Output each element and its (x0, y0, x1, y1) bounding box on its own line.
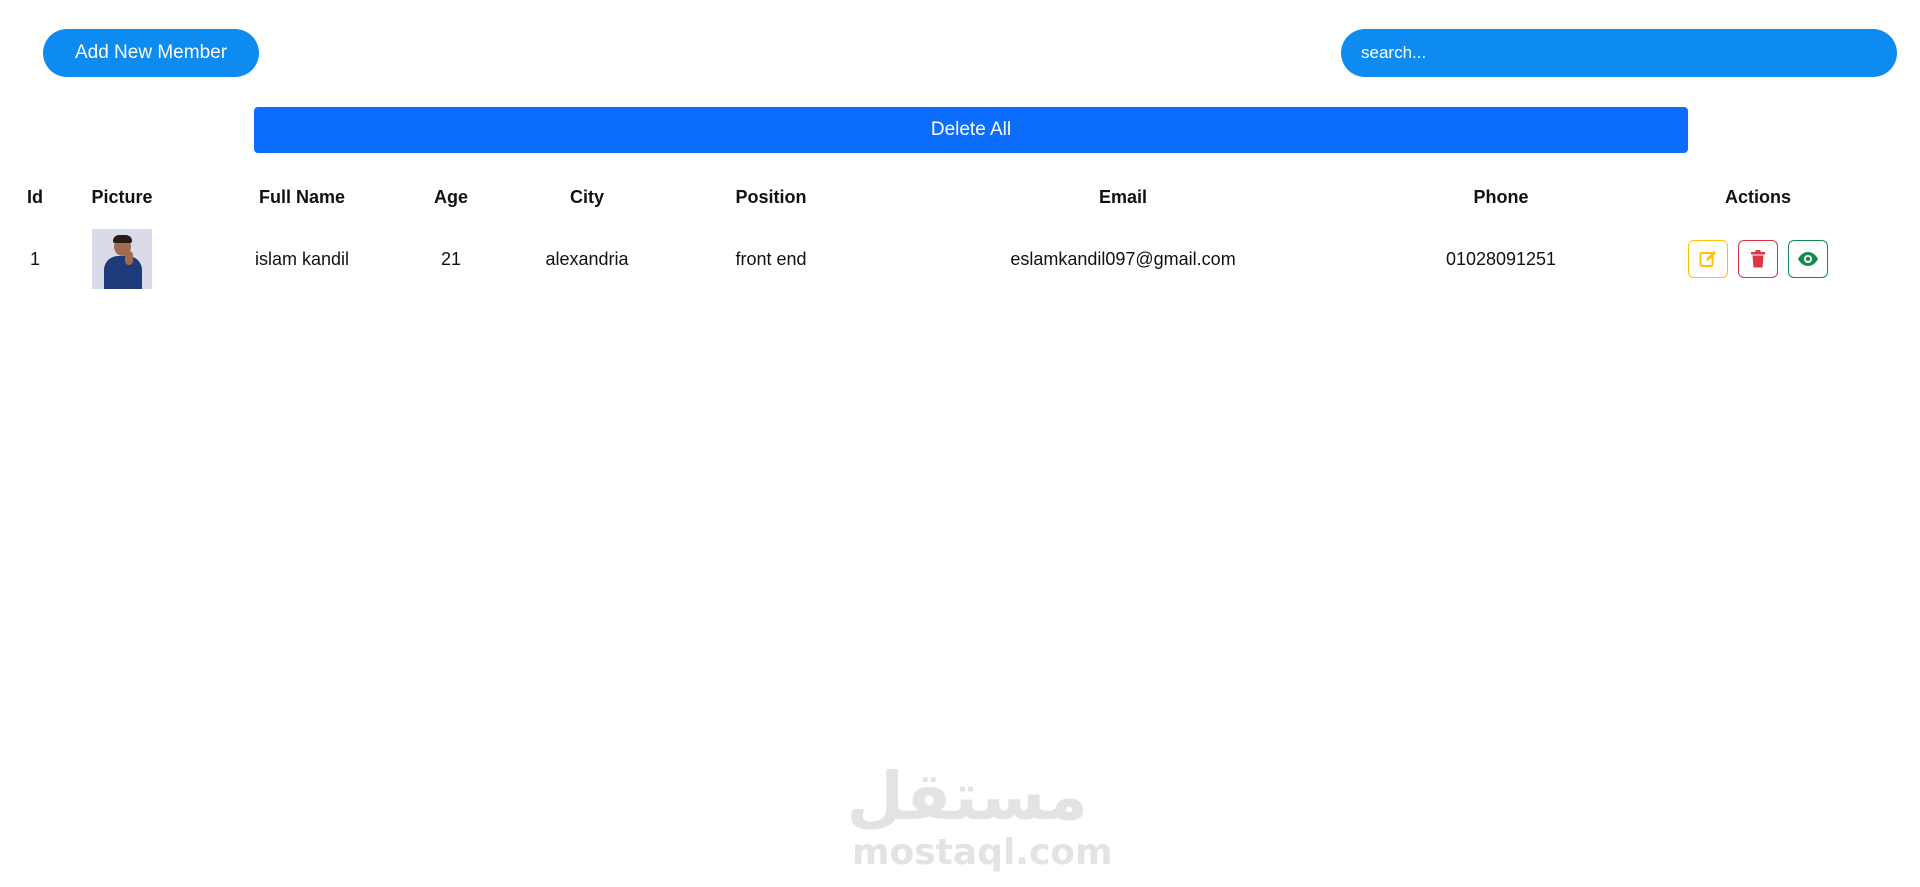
table-row: 1 islam kandil 21 alexandria front end e… (0, 216, 1920, 302)
cell-email: eslamkandil097@gmail.com (1010, 248, 1236, 269)
header-id: Id (27, 186, 43, 207)
cell-full-name: islam kandil (254, 248, 350, 269)
header-email: Email (1098, 186, 1148, 207)
search-input[interactable] (1341, 29, 1897, 77)
delete-button[interactable] (1738, 240, 1778, 278)
cell-phone: 01028091251 (1445, 248, 1557, 269)
cell-age: 21 (440, 248, 462, 269)
trash-icon (1751, 250, 1765, 268)
cell-picture (70, 216, 174, 302)
cell-actions (1596, 216, 1920, 302)
members-table: Id Picture Full Name Age City Position E… (0, 178, 1920, 302)
view-button[interactable] (1788, 240, 1828, 278)
eye-icon (1798, 252, 1818, 266)
header-picture: Picture (91, 186, 153, 207)
add-new-member-button[interactable]: Add New Member (43, 29, 259, 77)
row-actions (1688, 240, 1828, 278)
header-position: Position (735, 186, 807, 207)
members-page: Add New Member Delete All Id Picture Ful… (0, 0, 1920, 887)
header-age: Age (433, 186, 468, 207)
header-actions: Actions (1724, 186, 1791, 207)
header-phone: Phone (1473, 186, 1529, 207)
header-full-name: Full Name (258, 186, 346, 207)
top-toolbar: Add New Member (0, 0, 1920, 110)
avatar (92, 229, 152, 289)
watermark-latin: mostaql.com (852, 832, 1113, 873)
cell-position: front end (735, 248, 807, 269)
edit-icon (1699, 251, 1716, 267)
cell-id: 1 (29, 248, 40, 269)
edit-button[interactable] (1688, 240, 1728, 278)
mostaql-watermark: مستقل mostaql.com (846, 758, 1113, 873)
table-header-row: Id Picture Full Name Age City Position E… (0, 178, 1920, 216)
cell-city: alexandria (545, 248, 629, 269)
watermark-arabic: مستقل (846, 758, 1088, 835)
header-city: City (569, 186, 604, 207)
delete-all-button[interactable]: Delete All (254, 107, 1688, 153)
